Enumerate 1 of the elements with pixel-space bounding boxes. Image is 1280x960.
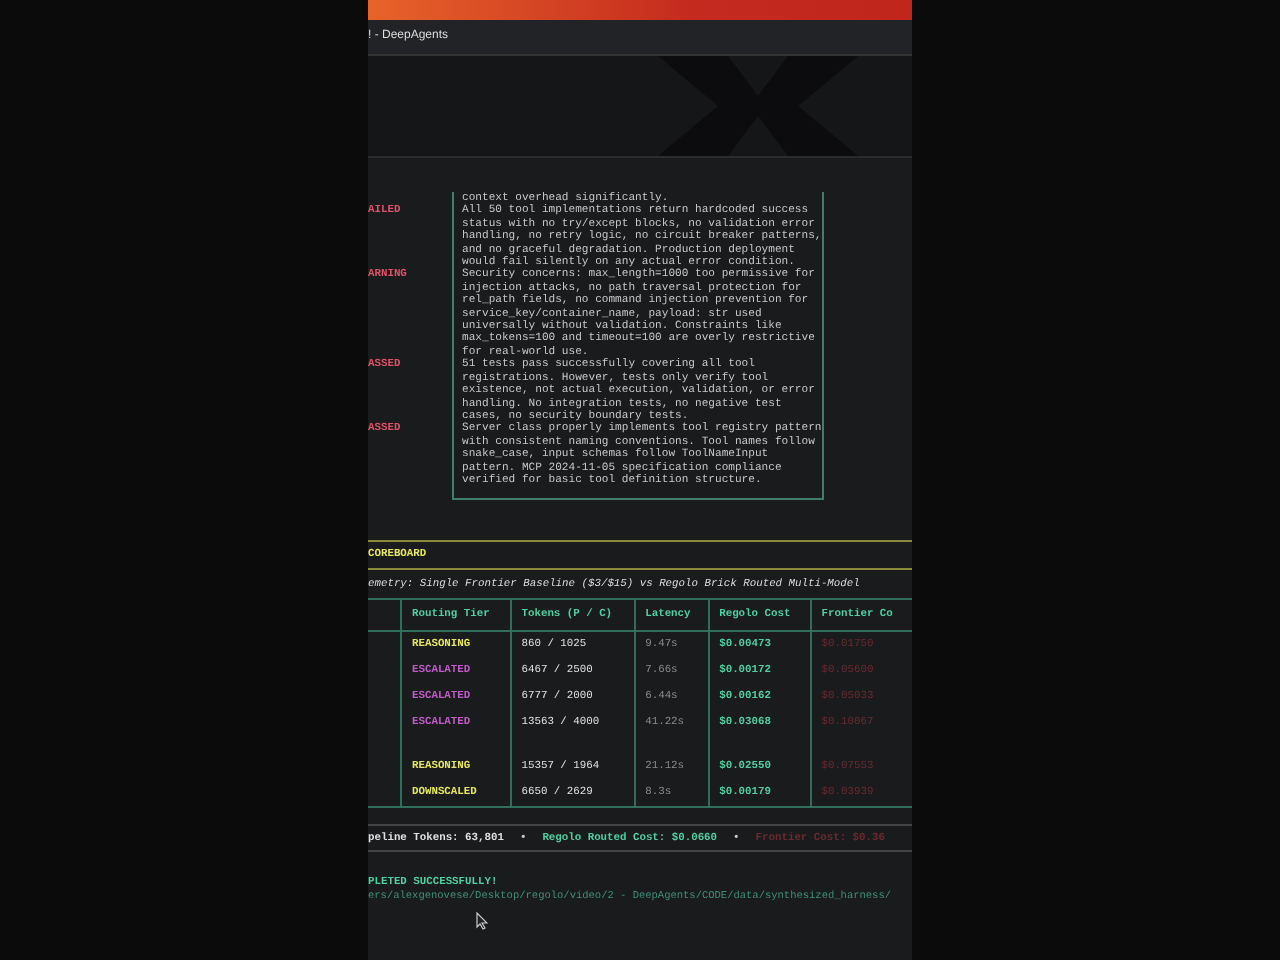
mouse-cursor-icon <box>476 911 488 930</box>
